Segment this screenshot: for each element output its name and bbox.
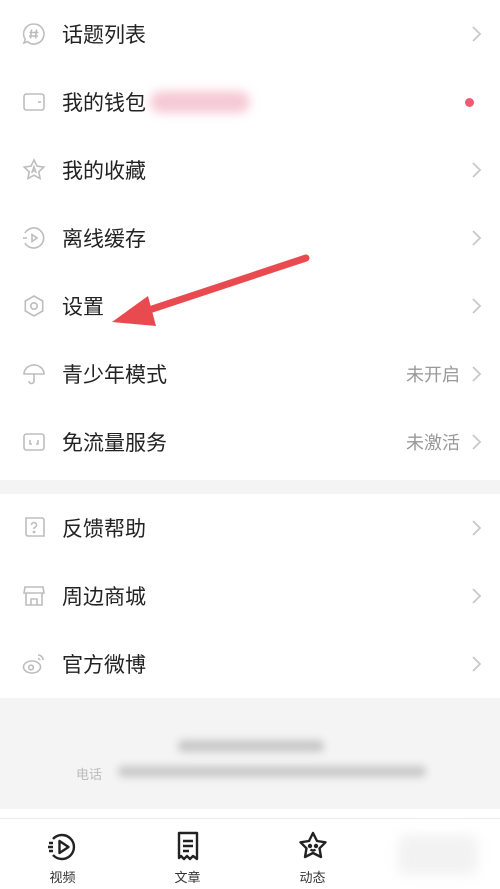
chevron-right-icon	[472, 230, 482, 246]
menu-item-label: 我的收藏	[62, 159, 146, 183]
menu-item-merch-store[interactable]: 周边商城	[0, 562, 500, 630]
store-icon	[20, 582, 48, 610]
star-a-icon	[20, 156, 48, 184]
hash-bubble-icon	[20, 20, 48, 48]
umbrella-icon	[20, 360, 48, 388]
help-question-icon	[20, 514, 48, 542]
menu-item-label: 青少年模式	[62, 363, 167, 387]
company-info-footer: 电话	[0, 698, 500, 809]
tab-mine-blurred[interactable]	[375, 819, 500, 889]
chevron-right-icon	[472, 366, 482, 382]
offline-play-icon	[20, 224, 48, 252]
article-doc-icon	[177, 831, 198, 861]
menu-item-settings[interactable]: 设置	[0, 272, 500, 340]
tab-article[interactable]: 文章	[125, 819, 250, 889]
section-divider	[0, 480, 500, 494]
tab-dynamic[interactable]: 动态	[250, 819, 375, 889]
notification-dot	[465, 97, 474, 107]
tab-label: 视频	[49, 871, 76, 886]
company-name-blurred	[178, 740, 324, 752]
menu-item-topic-list[interactable]: 话题列表	[0, 0, 500, 68]
menu-group-2: 反馈帮助 周边商城 官方微博	[0, 494, 500, 698]
tab-video[interactable]: 视频	[0, 819, 125, 889]
wallet-icon	[20, 88, 48, 116]
menu-item-favorites[interactable]: 我的收藏	[0, 136, 500, 204]
menu-item-official-weibo[interactable]: 官方微博	[0, 630, 500, 698]
chevron-right-icon	[472, 298, 482, 314]
menu-item-wallet[interactable]: 我的钱包	[0, 68, 500, 136]
menu-item-feedback-help[interactable]: 反馈帮助	[0, 494, 500, 562]
menu-item-label: 免流量服务	[62, 431, 167, 455]
chevron-right-icon	[472, 656, 482, 672]
menu-item-label: 官方微博	[62, 653, 146, 677]
phone-label: 电话	[76, 768, 103, 783]
menu-item-teen-mode[interactable]: 青少年模式 未开启	[0, 340, 500, 408]
contact-info-blurred	[118, 766, 426, 777]
menu-item-offline-cache[interactable]: 离线缓存	[0, 204, 500, 272]
bottom-tab-bar: 视频 文章 动态	[0, 818, 500, 889]
menu-item-label: 反馈帮助	[62, 517, 146, 541]
chevron-right-icon	[472, 162, 482, 178]
chevron-right-icon	[472, 434, 482, 450]
dynamic-star-icon	[298, 831, 327, 859]
menu-item-label: 话题列表	[62, 23, 146, 47]
free-data-status: 未激活	[406, 433, 460, 454]
settings-hexagon-icon	[20, 292, 48, 320]
data-card-icon	[20, 428, 48, 456]
chevron-right-icon	[472, 588, 482, 604]
menu-item-label: 周边商城	[62, 585, 146, 609]
blurred-tab-content	[397, 835, 478, 875]
wallet-promo-badge	[150, 91, 250, 113]
weibo-icon	[20, 650, 48, 678]
menu-item-label: 离线缓存	[62, 227, 146, 251]
chevron-right-icon	[472, 520, 482, 536]
tab-label: 文章	[174, 871, 201, 886]
tab-label: 动态	[299, 871, 326, 886]
menu-item-label: 我的钱包	[62, 91, 146, 115]
menu-item-label: 设置	[62, 295, 104, 319]
teen-mode-status: 未开启	[406, 365, 460, 386]
menu-group-1: 话题列表 我的钱包 我的收藏 离线缓存 设置 青少年模式 未开启 免流量服务 未…	[0, 0, 500, 476]
chevron-right-icon	[472, 26, 482, 42]
menu-item-free-data[interactable]: 免流量服务 未激活	[0, 408, 500, 476]
video-play-icon	[47, 833, 75, 861]
